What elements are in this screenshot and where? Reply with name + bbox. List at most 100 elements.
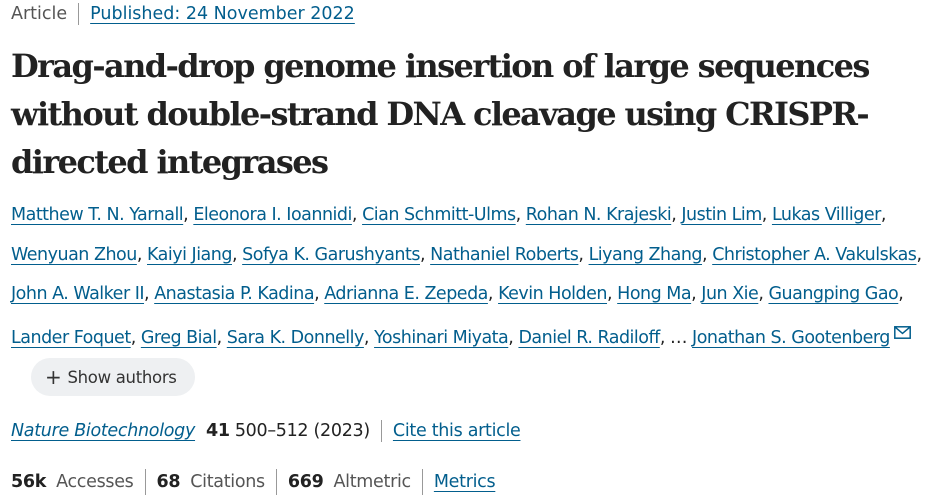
author-separator: , bbox=[130, 327, 137, 348]
author-item: Anastasia P. Kadina, bbox=[154, 284, 319, 304]
accesses-count: 56k bbox=[11, 472, 47, 492]
author-link[interactable]: Lukas Villiger bbox=[772, 205, 881, 225]
altmetric-label: Altmetric bbox=[333, 472, 412, 492]
author-item: Justin Lim, bbox=[681, 205, 767, 225]
author-item: Christopher A. Vakulskas, bbox=[712, 244, 922, 265]
author-separator: , bbox=[916, 244, 922, 265]
author-separator: , bbox=[508, 327, 514, 348]
author-link[interactable]: Jonathan S. Gootenberg bbox=[692, 328, 890, 348]
divider bbox=[275, 469, 277, 495]
cite-this-article-link[interactable]: Cite this article bbox=[393, 421, 521, 441]
divider bbox=[78, 3, 80, 25]
author-separator: , bbox=[607, 284, 613, 304]
published-date-link[interactable]: Published: 24 November 2022 bbox=[90, 4, 355, 24]
accesses-label: Accesses bbox=[56, 472, 134, 492]
author-link[interactable]: Sofya K. Garushyants bbox=[242, 245, 420, 265]
author-item: Daniel R. Radiloff, bbox=[518, 327, 666, 348]
author-link[interactable]: Yoshinari Miyata bbox=[374, 328, 509, 348]
author-item: Hong Ma, bbox=[617, 284, 697, 304]
author-item: Matthew T. N. Yarnall, bbox=[11, 205, 189, 225]
volume: 41 bbox=[206, 421, 230, 441]
author-link[interactable]: Greg Bial bbox=[141, 328, 217, 348]
author-item: Sara K. Donnelly, bbox=[227, 327, 370, 348]
divider bbox=[144, 469, 146, 495]
author-link[interactable]: Adrianna E. Zepeda bbox=[324, 284, 488, 304]
author-separator: , bbox=[898, 284, 904, 304]
author-item: Lukas Villiger, bbox=[772, 205, 886, 225]
author-separator: , bbox=[702, 244, 708, 265]
author-item: Wenyuan Zhou, bbox=[11, 245, 142, 265]
journal-link[interactable]: Nature Biotechnology bbox=[11, 421, 195, 441]
author-separator: , bbox=[578, 244, 584, 265]
author-item: Kaiyi Jiang, bbox=[147, 244, 238, 265]
author-item: Rohan N. Krajeski, bbox=[526, 205, 677, 225]
corresponding-author: Jonathan S. Gootenberg bbox=[692, 325, 911, 348]
author-item: Kevin Holden, bbox=[498, 284, 613, 304]
show-authors-button[interactable]: + Show authors bbox=[31, 358, 195, 396]
article-type: Article bbox=[11, 4, 68, 24]
pages-year: 500–512 (2023) bbox=[234, 421, 370, 441]
author-item: Greg Bial, bbox=[141, 328, 222, 348]
metrics-link[interactable]: Metrics bbox=[434, 472, 496, 492]
author-item: Yoshinari Miyata, bbox=[374, 327, 514, 348]
author-separator: , bbox=[761, 205, 768, 225]
author-separator: , bbox=[136, 244, 143, 265]
citations-count: 68 bbox=[156, 472, 181, 492]
author-separator: , bbox=[880, 205, 887, 225]
author-link[interactable]: Justin Lim bbox=[681, 205, 762, 225]
author-separator: , bbox=[231, 244, 238, 265]
author-link[interactable]: Anastasia P. Kadina bbox=[154, 284, 314, 304]
author-separator: , bbox=[363, 327, 370, 348]
author-link[interactable]: Sara K. Donnelly bbox=[227, 328, 365, 348]
divider bbox=[421, 469, 423, 495]
author-separator: , bbox=[691, 284, 697, 304]
author-link[interactable]: Nathaniel Roberts bbox=[430, 245, 579, 265]
author-link[interactable]: Eleonora I. Ioannidi bbox=[193, 205, 352, 225]
author-separator: , bbox=[487, 284, 494, 304]
author-separator: , bbox=[144, 284, 150, 304]
author-link[interactable]: Daniel R. Radiloff bbox=[518, 328, 660, 348]
article-metrics: 56k Accesses 68 Citations 669 Altmetric … bbox=[11, 469, 496, 495]
author-separator: , bbox=[183, 205, 189, 225]
article-meta: Article Published: 24 November 2022 bbox=[11, 3, 355, 25]
author-link[interactable]: Liyang Zhang bbox=[589, 245, 703, 265]
author-link[interactable]: Rohan N. Krajeski bbox=[526, 205, 672, 225]
author-separator: , bbox=[419, 244, 426, 265]
author-link[interactable]: Lander Foquet bbox=[11, 328, 131, 348]
author-item: Guangping Gao, bbox=[768, 284, 903, 304]
author-item: Nathaniel Roberts, bbox=[430, 244, 584, 265]
author-link[interactable]: Kevin Holden bbox=[498, 284, 607, 304]
author-link[interactable]: Wenyuan Zhou bbox=[11, 245, 137, 265]
author-separator: , bbox=[351, 205, 358, 225]
author-link[interactable]: John A. Walker II bbox=[11, 284, 145, 304]
authors-ellipsis: … bbox=[669, 327, 688, 348]
author-link[interactable]: Hong Ma bbox=[617, 284, 691, 304]
author-item: Eleonora I. Ioannidi, bbox=[193, 205, 357, 225]
show-authors-label: Show authors bbox=[67, 367, 177, 387]
divider bbox=[380, 420, 382, 442]
altmetric-count: 669 bbox=[287, 472, 324, 492]
envelope-icon[interactable] bbox=[893, 315, 911, 355]
author-separator: , bbox=[758, 284, 764, 304]
author-link[interactable]: Cian Schmitt-Ulms bbox=[362, 205, 516, 225]
author-item: Jun Xie, bbox=[701, 284, 764, 304]
article-title: Drag-and-drop genome insertion of large … bbox=[11, 47, 870, 181]
plus-icon: + bbox=[45, 365, 62, 389]
author-item: Liyang Zhang, bbox=[589, 245, 708, 265]
author-link[interactable]: Jun Xie bbox=[701, 284, 759, 304]
author-link[interactable]: Matthew T. N. Yarnall bbox=[11, 205, 184, 225]
author-item: John A. Walker II, bbox=[11, 284, 150, 304]
author-item: Sofya K. Garushyants, bbox=[242, 245, 425, 265]
author-link[interactable]: Guangping Gao bbox=[768, 284, 898, 304]
author-item: Cian Schmitt-Ulms, bbox=[362, 205, 521, 225]
citation-info: Nature Biotechnology 41 500–512 (2023) C… bbox=[11, 420, 521, 442]
citations-label: Citations bbox=[190, 472, 265, 492]
author-separator: , bbox=[515, 205, 522, 225]
author-list: Matthew T. N. Yarnall, Eleonora I. Ioann… bbox=[11, 196, 939, 398]
author-separator: , bbox=[671, 205, 677, 225]
author-separator: , bbox=[659, 327, 666, 348]
author-separator: , bbox=[314, 284, 320, 304]
author-link[interactable]: Christopher A. Vakulskas bbox=[712, 245, 917, 265]
author-link[interactable]: Kaiyi Jiang bbox=[147, 245, 232, 265]
author-item: Lander Foquet, bbox=[11, 328, 136, 348]
